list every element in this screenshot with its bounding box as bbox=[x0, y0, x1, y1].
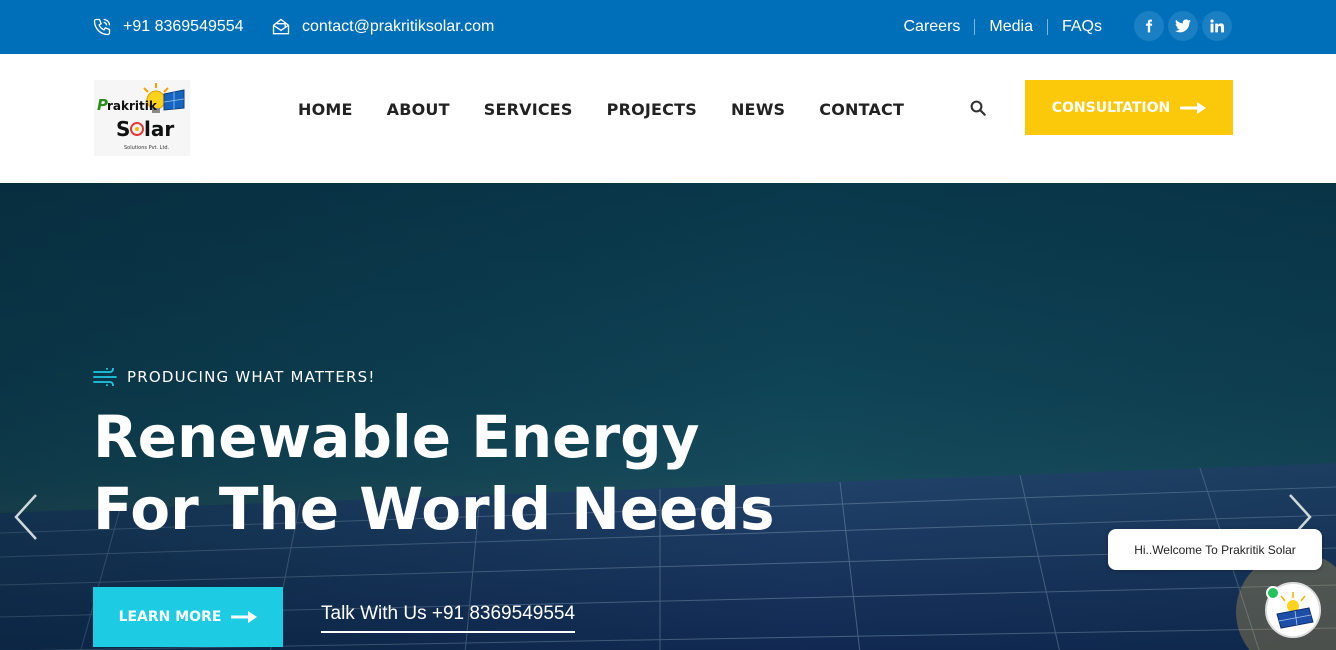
careers-link[interactable]: Careers bbox=[904, 18, 961, 36]
svg-text:Solutions Pvt. Ltd.: Solutions Pvt. Ltd. bbox=[124, 145, 170, 151]
consultation-button[interactable]: CONSULTATION bbox=[1025, 80, 1233, 135]
hero-headline: Renewable Energy For The World Needs bbox=[93, 401, 775, 545]
email-contact[interactable]: contact@prakritiksolar.com bbox=[271, 0, 494, 54]
main-header: P rakritik S lar Solutions Pvt. Ltd. HOM… bbox=[0, 54, 1336, 183]
email-address: contact@prakritiksolar.com bbox=[302, 18, 495, 35]
phone-icon bbox=[93, 18, 111, 36]
facebook-icon[interactable] bbox=[1134, 11, 1164, 41]
slider-prev-arrow[interactable] bbox=[12, 493, 40, 546]
media-link[interactable]: Media bbox=[989, 18, 1033, 36]
nav-about[interactable]: ABOUT bbox=[387, 100, 450, 119]
nav-home[interactable]: HOME bbox=[298, 100, 353, 119]
nav-services[interactable]: SERVICES bbox=[484, 100, 573, 119]
divider bbox=[1046, 19, 1048, 35]
company-logo[interactable]: P rakritik S lar Solutions Pvt. Ltd. bbox=[94, 80, 190, 156]
main-nav: HOME ABOUT SERVICES PROJECTS NEWS CONTAC… bbox=[298, 54, 904, 164]
nav-news[interactable]: NEWS bbox=[731, 100, 785, 119]
svg-text:S: S bbox=[116, 117, 130, 141]
consultation-label: CONSULTATION bbox=[1051, 99, 1171, 116]
chevron-left-icon bbox=[14, 494, 37, 540]
online-status-dot bbox=[1266, 586, 1280, 600]
nav-contact[interactable]: CONTACT bbox=[819, 100, 904, 119]
learn-more-label: LEARN MORE bbox=[118, 609, 222, 625]
svg-text:rakritik: rakritik bbox=[107, 99, 158, 113]
linkedin-icon[interactable] bbox=[1202, 11, 1232, 41]
search-icon[interactable] bbox=[969, 99, 987, 122]
chat-welcome-bubble[interactable]: Hi..Welcome To Prakritik Solar bbox=[1108, 529, 1322, 570]
svg-text:lar: lar bbox=[144, 117, 174, 141]
wind-icon bbox=[93, 368, 117, 386]
hero-tagline: PRODUCING WHAT MATTERS! bbox=[93, 368, 376, 386]
divider bbox=[974, 19, 976, 35]
hero-slider: PRODUCING WHAT MATTERS! Renewable Energy… bbox=[0, 183, 1336, 650]
faqs-link[interactable]: FAQs bbox=[1062, 18, 1102, 36]
talk-with-us-link[interactable]: Talk With Us +91 8369549554 bbox=[321, 603, 576, 633]
phone-contact[interactable]: +91 8369549554 bbox=[92, 0, 244, 54]
phone-number: +91 8369549554 bbox=[123, 18, 244, 35]
chat-welcome-text: Hi..Welcome To Prakritik Solar bbox=[1134, 542, 1296, 557]
mail-icon bbox=[272, 18, 290, 35]
arrow-right-icon bbox=[231, 611, 258, 623]
arrow-right-icon bbox=[1180, 101, 1207, 114]
headline-line-2: For The World Needs bbox=[93, 475, 775, 543]
twitter-icon[interactable] bbox=[1168, 11, 1198, 41]
learn-more-button[interactable]: LEARN MORE bbox=[93, 587, 283, 647]
top-bar: +91 8369549554 contact@prakritiksolar.co… bbox=[0, 0, 1336, 54]
social-links bbox=[1134, 11, 1232, 41]
nav-projects[interactable]: PROJECTS bbox=[607, 100, 697, 119]
tagline-text: PRODUCING WHAT MATTERS! bbox=[127, 368, 376, 386]
headline-line-1: Renewable Energy bbox=[93, 403, 700, 471]
top-links: Careers Media FAQs bbox=[904, 0, 1102, 54]
